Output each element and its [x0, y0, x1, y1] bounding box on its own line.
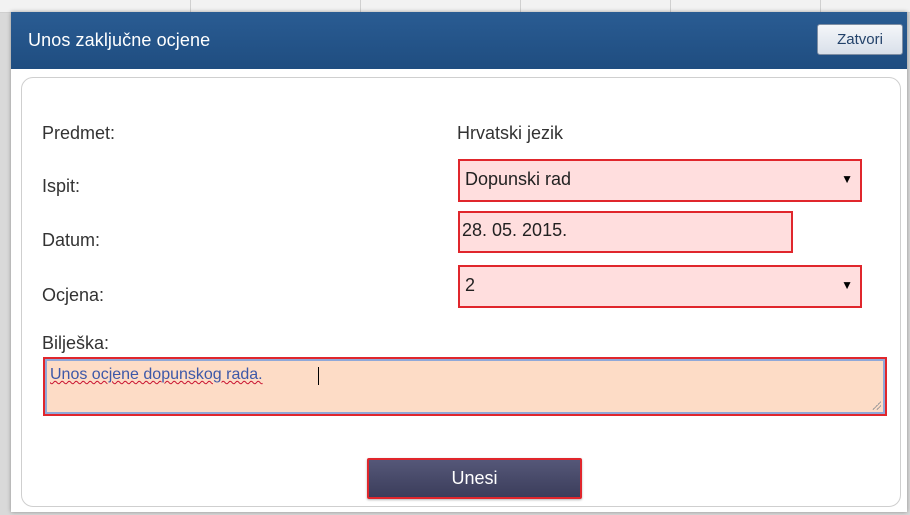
subject-label: Predmet:: [42, 123, 116, 143]
note-textarea[interactable]: Unos ocjene dopunskog rada.: [43, 357, 887, 416]
submit-button[interactable]: Unesi: [367, 458, 582, 499]
dropdown-arrow-icon: ▼: [841, 278, 853, 292]
date-value: 28. 05. 2015.: [462, 220, 568, 240]
note-label: Bilješka:: [42, 333, 110, 353]
grade-label: Ocjena:: [42, 285, 105, 305]
resize-grip-icon[interactable]: [871, 400, 881, 410]
date-label: Datum:: [42, 230, 101, 250]
exam-select[interactable]: Dopunski rad ▼: [458, 159, 862, 202]
grade-entry-dialog: Unos zaključne ocjene Zatvori Predmet: H…: [11, 12, 907, 512]
dialog-title: Unos zaključne ocjene: [28, 30, 211, 50]
exam-label: Ispit:: [42, 176, 81, 196]
dropdown-arrow-icon: ▼: [841, 172, 853, 186]
subject-value: Hrvatski jezik: [457, 123, 564, 143]
exam-selected-value: Dopunski rad: [465, 169, 572, 189]
date-input[interactable]: 28. 05. 2015.: [458, 211, 793, 253]
dialog-titlebar: Unos zaključne ocjene Zatvori: [11, 12, 907, 69]
text-caret: [318, 367, 319, 385]
grade-select[interactable]: 2 ▼: [458, 265, 862, 308]
note-text: Unos ocjene dopunskog rada.: [50, 366, 263, 383]
form-panel: Predmet: Hrvatski jezik Ispit: Dopunski …: [21, 77, 901, 507]
close-button[interactable]: Zatvori: [817, 24, 903, 55]
grade-selected-value: 2: [465, 275, 476, 295]
